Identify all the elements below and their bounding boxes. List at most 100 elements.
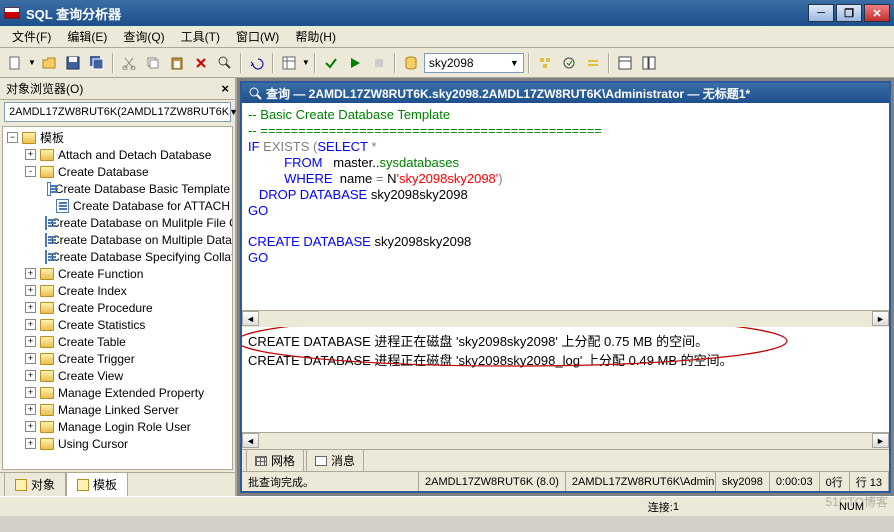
expander[interactable]: + — [25, 319, 36, 330]
connection-label: 连接: — [648, 499, 673, 515]
tree-node[interactable]: + Create Statistics — [5, 316, 230, 333]
maximize-button[interactable]: ❐ — [836, 4, 862, 22]
results-hscroll[interactable]: ◄► — [242, 432, 889, 449]
tab-objects[interactable]: 对象 — [4, 472, 66, 496]
plan-button[interactable] — [534, 52, 556, 74]
expander[interactable]: + — [25, 404, 36, 415]
menu-edit[interactable]: 编辑(E) — [59, 26, 115, 47]
sql-editor[interactable]: -- Basic Create Database Template -- ===… — [242, 103, 889, 310]
server-name: 2AMDL17ZW8RUT6K(2AMDL17ZW8RUT6K — [9, 106, 229, 118]
paste-button[interactable] — [166, 52, 188, 74]
tree-node[interactable]: +Create View — [5, 367, 230, 384]
menu-tools[interactable]: 工具(T) — [173, 26, 228, 47]
tree-node[interactable]: +Create Procedure — [5, 299, 230, 316]
display-button[interactable] — [614, 52, 636, 74]
db-icon — [400, 52, 422, 74]
tree-label: Create Statistics — [58, 318, 145, 332]
query-title: 查询 — 2AMDL17ZW8RUT6K.sky2098.2AMDL17ZW8R… — [266, 85, 750, 102]
tree-node[interactable]: Create Database on Mulitple File G — [5, 214, 230, 231]
watermark: 51CTO博客 — [826, 493, 888, 510]
tree-node[interactable]: +Create Trigger — [5, 350, 230, 367]
folder-icon — [40, 438, 54, 450]
tree-root[interactable]: 模板 — [40, 129, 64, 146]
tree-node[interactable]: Create Database Basic Template — [5, 180, 230, 197]
expander[interactable]: + — [25, 285, 36, 296]
template-tree[interactable]: −模板 +Attach and Detach Database-Create D… — [2, 126, 233, 470]
expander[interactable]: + — [25, 353, 36, 364]
expander[interactable]: + — [25, 438, 36, 449]
expander[interactable]: + — [25, 370, 36, 381]
menubar: 文件(F) 编辑(E) 查询(Q) 工具(T) 窗口(W) 帮助(H) — [0, 26, 894, 48]
tree-node[interactable]: +Create Table — [5, 333, 230, 350]
save-all-button[interactable] — [86, 52, 108, 74]
tab-messages[interactable]: 消息 — [306, 449, 364, 472]
close-panel-button[interactable]: × — [221, 81, 229, 96]
results-mode-button[interactable] — [278, 52, 300, 74]
tree-node[interactable]: Create Database Specifying Collati — [5, 248, 230, 265]
folder-icon — [40, 336, 54, 348]
tree-label: Create Database Specifying Collati — [51, 250, 233, 264]
trace-button[interactable] — [558, 52, 580, 74]
expander[interactable]: + — [25, 302, 36, 313]
menu-help[interactable]: 帮助(H) — [287, 26, 344, 47]
tree-label: Create Function — [58, 267, 143, 281]
app-icon — [4, 5, 20, 21]
tree-node[interactable]: + Create Function — [5, 265, 230, 282]
window-title: SQL 查询分析器 — [26, 4, 808, 23]
minimize-button[interactable]: ─ — [808, 4, 834, 22]
new-dropdown[interactable]: ▼ — [28, 58, 36, 67]
tree-label: Manage Login Role User — [58, 420, 191, 434]
tree-node[interactable]: +Attach and Detach Database — [5, 146, 230, 163]
tab-grid[interactable]: 网格 — [246, 449, 304, 472]
expander[interactable]: + — [25, 268, 36, 279]
index-button[interactable] — [582, 52, 604, 74]
folder-icon — [40, 285, 54, 297]
cut-button[interactable] — [118, 52, 140, 74]
results-pane[interactable]: CREATE DATABASE 进程正在磁盘 'sky2098sky2098' … — [242, 327, 889, 432]
clear-button[interactable] — [190, 52, 212, 74]
tree-node[interactable]: -Create Database — [5, 163, 230, 180]
tree-node[interactable]: +Using Cursor — [5, 435, 230, 452]
tree-node[interactable]: Create Database for ATTACH — [5, 197, 230, 214]
expander — [41, 200, 52, 211]
new-button[interactable] — [4, 52, 26, 74]
tree-node[interactable]: + Manage Login Role User — [5, 418, 230, 435]
execute-button[interactable] — [344, 52, 366, 74]
results-dropdown[interactable]: ▼ — [302, 58, 310, 67]
menu-query[interactable]: 查询(Q) — [115, 26, 172, 47]
tree-node[interactable]: Create Database on Multiple Data — [5, 231, 230, 248]
expander[interactable]: + — [25, 336, 36, 347]
undo-button[interactable] — [246, 52, 268, 74]
open-button[interactable] — [38, 52, 60, 74]
tree-node[interactable]: +Manage Linked Server — [5, 401, 230, 418]
expander[interactable]: + — [25, 387, 36, 398]
server-selector[interactable]: 2AMDL17ZW8RUT6K(2AMDL17ZW8RUT6K ▼ — [4, 102, 231, 122]
tree-node[interactable]: + Manage Extended Property — [5, 384, 230, 401]
expander[interactable]: - — [25, 166, 36, 177]
expander[interactable]: + — [25, 421, 36, 432]
expander[interactable]: − — [7, 132, 18, 143]
query-titlebar: 查询 — 2AMDL17ZW8RUT6K.sky2098.2AMDL17ZW8R… — [242, 83, 889, 103]
copy-button[interactable] — [142, 52, 164, 74]
status-server: 2AMDL17ZW8RUT6K (8.0) — [419, 472, 566, 491]
expander[interactable]: + — [25, 149, 36, 160]
folder-icon — [22, 132, 36, 144]
tree-node[interactable]: +Create Index — [5, 282, 230, 299]
database-selector[interactable]: sky2098▼ — [424, 53, 524, 73]
object-browser-panel: 对象浏览器(O) × 2AMDL17ZW8RUT6K(2AMDL17ZW8RUT… — [0, 78, 237, 496]
tab-templates[interactable]: 模板 — [66, 472, 128, 496]
tree-label: Manage Extended Property — [58, 386, 204, 400]
query-statusbar: 批查询完成。 2AMDL17ZW8RUT6K (8.0) 2AMDL17ZW8R… — [242, 471, 889, 491]
find-button[interactable] — [214, 52, 236, 74]
editor-hscroll[interactable]: ◄► — [242, 310, 889, 327]
close-button[interactable]: ✕ — [864, 4, 890, 22]
save-button[interactable] — [62, 52, 84, 74]
template-icon — [47, 182, 51, 196]
folder-icon — [40, 149, 54, 161]
menu-file[interactable]: 文件(F) — [4, 26, 59, 47]
parse-button[interactable] — [320, 52, 342, 74]
query-window: 查询 — 2AMDL17ZW8RUT6K.sky2098.2AMDL17ZW8R… — [240, 81, 891, 493]
stop-button[interactable] — [368, 52, 390, 74]
menu-window[interactable]: 窗口(W) — [228, 26, 287, 47]
object-browser-button[interactable] — [638, 52, 660, 74]
